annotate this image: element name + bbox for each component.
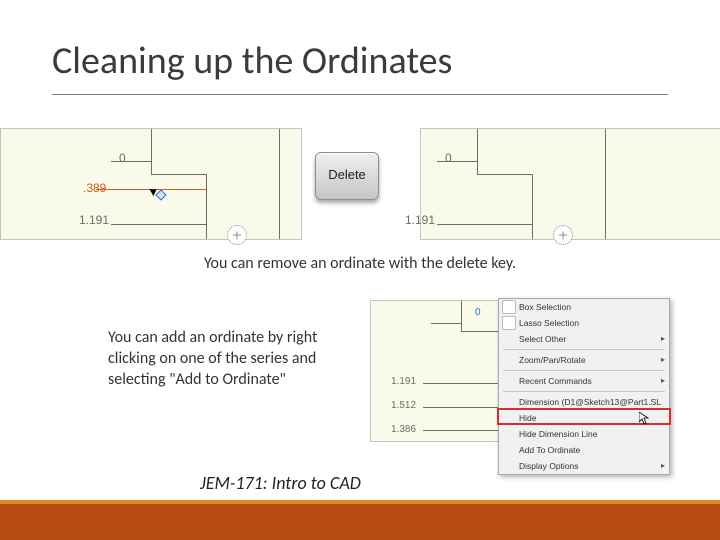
menu-label: Add To Ordinate xyxy=(519,445,580,455)
footer-bar xyxy=(0,504,720,540)
menu-label: Recent Commands xyxy=(519,376,592,386)
part-edge xyxy=(605,129,606,239)
menu-item-lasso-selection[interactable]: Lasso Selection xyxy=(499,315,669,331)
cad-panel-after: 0 1.191 xyxy=(420,128,720,240)
menu-label: Zoom/Pan/Rotate xyxy=(519,355,586,365)
menu-item-select-other[interactable]: Select Other xyxy=(499,331,669,347)
ext-line xyxy=(111,161,151,162)
cad-panel-menu: 0 1.191 1.512 1.386 xyxy=(370,300,502,442)
hole-circle xyxy=(227,225,247,245)
caption-delete: You can remove an ordinate with the dele… xyxy=(160,254,560,273)
slide-title: Cleaning up the Ordinates xyxy=(52,38,452,84)
hole-circle xyxy=(553,225,573,245)
ext-line xyxy=(423,383,499,384)
caption-add: You can add an ordinate by right clickin… xyxy=(108,328,343,390)
menu-separator xyxy=(503,370,665,371)
course-footer: JEM-171: Intro to CAD xyxy=(200,472,361,494)
menu-label: Lasso Selection xyxy=(519,318,579,328)
cad-panel-before: 0 .389 1.191 xyxy=(0,128,302,240)
menu-item-zoom-pan-rotate[interactable]: Zoom/Pan/Rotate xyxy=(499,352,669,368)
dim-value: 1.191 xyxy=(405,213,435,227)
menu-label: Hide xyxy=(519,413,536,423)
context-menu: Box Selection Lasso Selection Select Oth… xyxy=(498,298,670,475)
menu-item-hide-dimension-line[interactable]: Hide Dimension Line xyxy=(499,426,669,442)
dim-value: 1.191 xyxy=(391,376,416,387)
menu-label: Display Options xyxy=(519,461,579,471)
menu-label: Select Other xyxy=(519,334,566,344)
dim-datum: 0 xyxy=(445,151,452,165)
dim-value: 1.512 xyxy=(391,400,416,411)
lasso-selection-icon xyxy=(502,316,516,330)
delete-key-label: Delete xyxy=(316,167,378,182)
menu-item-recent-commands[interactable]: Recent Commands xyxy=(499,373,669,389)
menu-item-add-to-ordinate[interactable]: Add To Ordinate xyxy=(499,442,669,458)
ext-line xyxy=(431,323,461,324)
ext-line xyxy=(437,224,532,225)
part-edge xyxy=(477,129,478,174)
dim-value: 1.386 xyxy=(391,424,416,435)
menu-item-display-options[interactable]: Display Options xyxy=(499,458,669,474)
part-edge xyxy=(461,331,501,332)
part-edge xyxy=(206,174,207,239)
ext-line xyxy=(437,161,477,162)
part-edge xyxy=(477,174,532,175)
row-add-example: 0 1.191 1.512 1.386 Box Selection Lasso … xyxy=(370,300,670,440)
title-underline xyxy=(52,94,668,95)
dim-datum: 0 xyxy=(119,151,126,165)
ext-line xyxy=(423,430,499,431)
box-selection-icon xyxy=(502,300,516,314)
delete-keycap: Delete xyxy=(315,152,379,200)
menu-label: Box Selection xyxy=(519,302,571,312)
part-edge xyxy=(279,129,280,239)
ext-line xyxy=(423,407,499,408)
selected-ordinate-value: .389 xyxy=(83,181,106,195)
menu-label: Dimension (D1@Sketch13@Part1.SL xyxy=(519,397,661,407)
part-edge xyxy=(151,174,206,175)
menu-item-box-selection[interactable]: Box Selection xyxy=(499,299,669,315)
part-edge xyxy=(461,301,462,331)
menu-item-dimension-ref: Dimension (D1@Sketch13@Part1.SL xyxy=(499,394,669,410)
menu-label: Hide Dimension Line xyxy=(519,429,597,439)
part-edge xyxy=(532,174,533,239)
ext-line xyxy=(111,224,206,225)
dim-datum: 0 xyxy=(475,307,481,318)
part-edge xyxy=(151,129,152,174)
cursor-icon xyxy=(639,412,651,428)
dim-value: 1.191 xyxy=(79,213,109,227)
menu-separator xyxy=(503,349,665,350)
menu-separator xyxy=(503,391,665,392)
